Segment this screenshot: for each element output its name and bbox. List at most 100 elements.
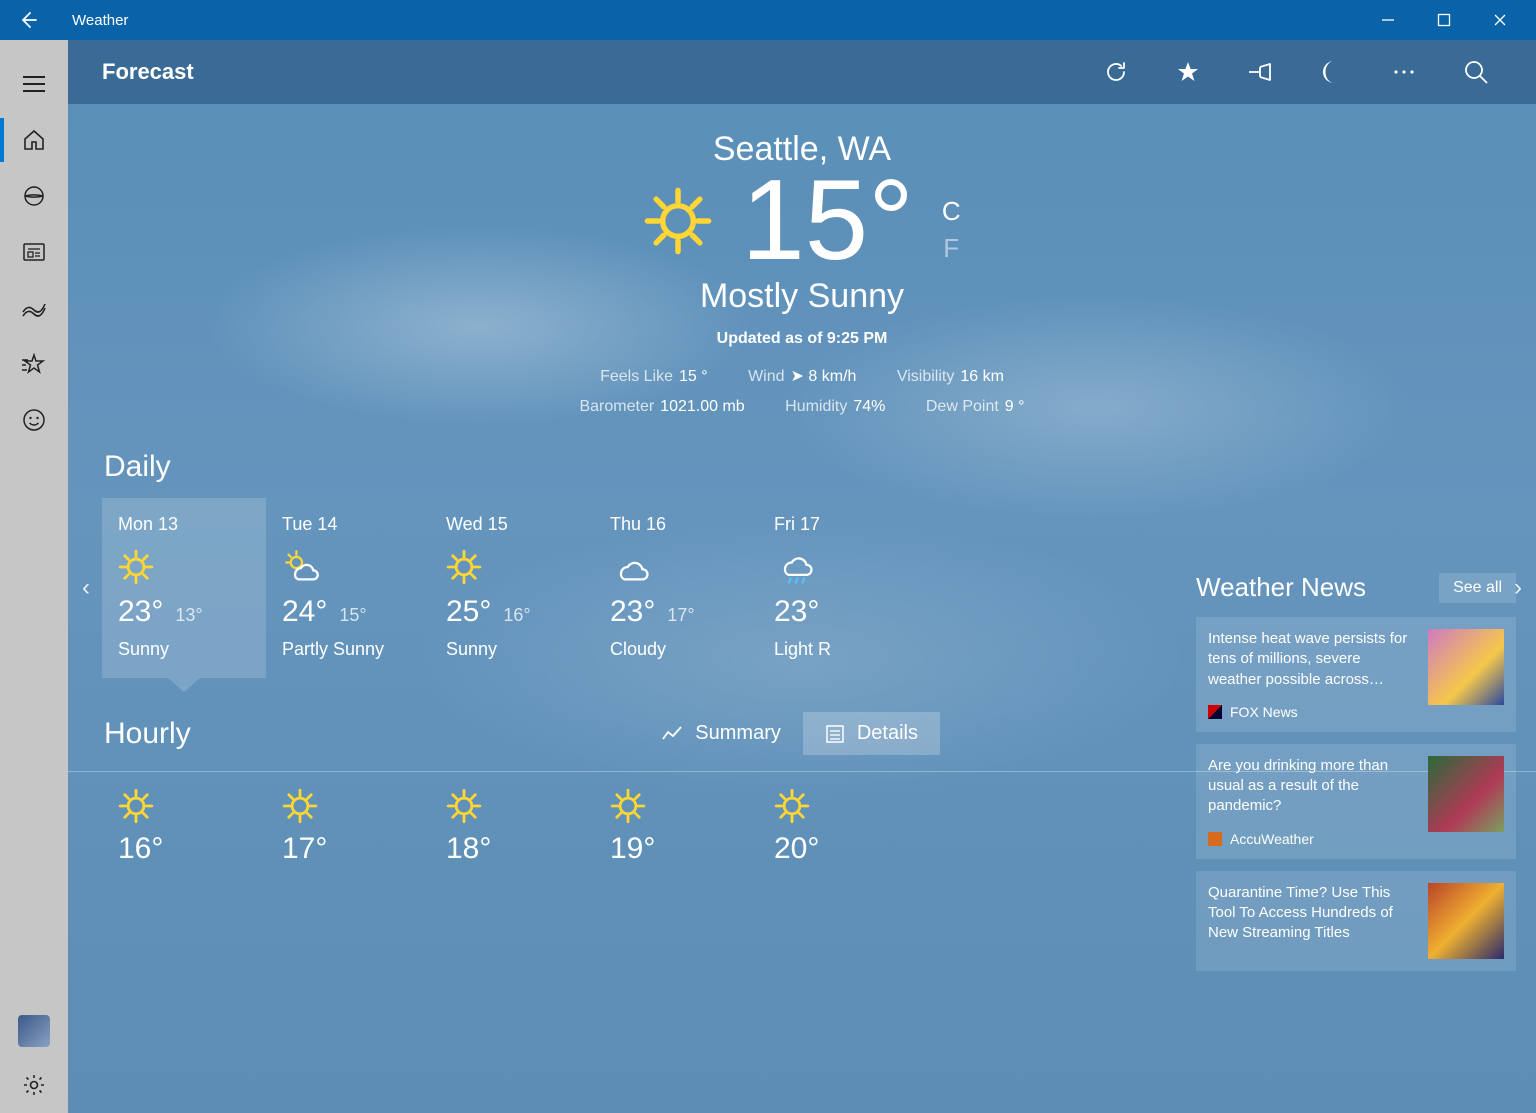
daily-high: 23° (774, 595, 819, 629)
unit-fahrenheit[interactable]: F (942, 233, 961, 264)
daily-day[interactable]: Thu 16 23°17° Cloudy (594, 498, 758, 678)
wind-value: 8 km/h (808, 368, 856, 385)
maximize-button[interactable] (1416, 0, 1472, 40)
sidebar (0, 40, 68, 1113)
hourly-temp: 18° (446, 832, 596, 866)
more-button[interactable] (1368, 40, 1440, 104)
updated-text: Updated as of 9:25 PM (68, 330, 1536, 348)
list-icon (825, 724, 845, 744)
hamburger-button[interactable] (0, 56, 68, 112)
daily-day[interactable]: Mon 13 23° 13° Sunny (102, 498, 266, 678)
see-all-button[interactable]: See all (1439, 573, 1516, 603)
refresh-button[interactable] (1080, 40, 1152, 104)
news-card[interactable]: Intense heat wave persists for tens of m… (1196, 617, 1516, 732)
daily-high: 23° (118, 595, 163, 629)
news-source: FOX News (1230, 704, 1298, 720)
news-thumb (1428, 629, 1504, 705)
sun-icon (118, 788, 268, 824)
daily-day[interactable]: Fri 17 23° Light R (758, 498, 922, 678)
hourly-title: Hourly (104, 717, 191, 751)
hourly-temp: 19° (610, 832, 760, 866)
news-title: Weather News (1196, 572, 1366, 603)
news-headline: Intense heat wave persists for tens of m… (1208, 629, 1416, 690)
daily-low: 15° (339, 605, 366, 626)
sidebar-item-feedback[interactable] (0, 392, 68, 448)
daily-cond: Sunny (118, 639, 250, 660)
daily-low: 13° (175, 605, 202, 626)
daily-low: 17° (667, 605, 694, 626)
partly-sunny-icon (282, 549, 414, 585)
hourly-item[interactable]: 20° (760, 788, 924, 866)
daily-title: Daily (68, 450, 1536, 484)
sidebar-item-forecast[interactable] (0, 112, 68, 168)
sun-icon (643, 186, 713, 256)
app-title: Weather (72, 12, 128, 29)
daily-cond: Light R (774, 639, 906, 660)
sidebar-item-maps[interactable] (0, 168, 68, 224)
close-button[interactable] (1472, 0, 1528, 40)
hero: Seattle, WA 15° C F Mostly Sunny Updated… (68, 104, 1536, 422)
hourly-item[interactable]: 18° (432, 788, 596, 866)
daily-date: Wed 15 (446, 514, 578, 535)
hourly-item[interactable]: 19° (596, 788, 760, 866)
source-icon (1208, 705, 1222, 719)
news-headline: Quarantine Time? Use This Tool To Access… (1208, 883, 1416, 944)
toolbar: Forecast (68, 40, 1536, 104)
news-column: Weather News See all Intense heat wave p… (1196, 572, 1516, 983)
barometer-value: 1021.00 mb (660, 398, 745, 415)
sidebar-item-historical[interactable] (0, 280, 68, 336)
search-button[interactable] (1440, 40, 1512, 104)
sun-icon (118, 549, 250, 585)
unit-celsius[interactable]: C (942, 196, 961, 227)
news-card[interactable]: Quarantine Time? Use This Tool To Access… (1196, 871, 1516, 971)
current-temp: 15° (741, 161, 913, 281)
hourly-temp: 16° (118, 832, 268, 866)
dewpoint-value: 9 ° (1005, 398, 1025, 415)
favorite-button[interactable] (1152, 40, 1224, 104)
wind-icon: ➤ (791, 368, 809, 385)
summary-button[interactable]: Summary (639, 712, 803, 755)
rain-icon (774, 549, 906, 585)
page-title: Forecast (102, 59, 194, 85)
daily-high: 24° (282, 595, 327, 629)
daily-cond: Sunny (446, 639, 578, 660)
hourly-temp: 20° (774, 832, 924, 866)
daily-date: Mon 13 (118, 514, 250, 535)
daily-prev-button[interactable]: ‹ (70, 498, 102, 678)
current-condition: Mostly Sunny (68, 277, 1536, 316)
daily-cond: Cloudy (610, 639, 742, 660)
feels-like-label: Feels Like (600, 368, 673, 385)
hourly-item[interactable]: 17° (268, 788, 432, 866)
sun-icon (774, 788, 924, 824)
daily-date: Fri 17 (774, 514, 906, 535)
sidebar-item-favorites[interactable] (0, 336, 68, 392)
titlebar: Weather (0, 0, 1536, 40)
hourly-temp: 17° (282, 832, 432, 866)
humidity-value: 74% (853, 398, 885, 415)
daily-day[interactable]: Tue 14 24°15° Partly Sunny (266, 498, 430, 678)
sidebar-item-news[interactable] (0, 224, 68, 280)
hourly-toggle: Summary Details (639, 712, 940, 755)
back-button[interactable] (8, 0, 48, 40)
settings-button[interactable] (0, 1057, 68, 1113)
sun-icon (446, 549, 578, 585)
daily-high: 25° (446, 595, 491, 629)
daily-day[interactable]: Wed 15 25°16° Sunny (430, 498, 594, 678)
barometer-label: Barometer (579, 398, 654, 415)
news-card[interactable]: Are you drinking more than usual as a re… (1196, 744, 1516, 859)
main-content: Forecast Seattle, WA 15° C F Mos (68, 40, 1536, 1113)
wind-label: Wind (748, 368, 784, 385)
feels-like-value: 15 ° (679, 368, 708, 385)
news-thumb (1428, 756, 1504, 832)
hourly-item[interactable]: 16° (104, 788, 268, 866)
moon-icon[interactable] (1296, 40, 1368, 104)
news-source: AccuWeather (1230, 831, 1314, 847)
pin-button[interactable] (1224, 40, 1296, 104)
minimize-button[interactable] (1360, 0, 1416, 40)
humidity-label: Humidity (785, 398, 847, 415)
details-button[interactable]: Details (803, 712, 940, 755)
chart-icon (661, 725, 683, 743)
user-avatar[interactable] (18, 1015, 50, 1047)
daily-high: 23° (610, 595, 655, 629)
sun-icon (610, 788, 760, 824)
